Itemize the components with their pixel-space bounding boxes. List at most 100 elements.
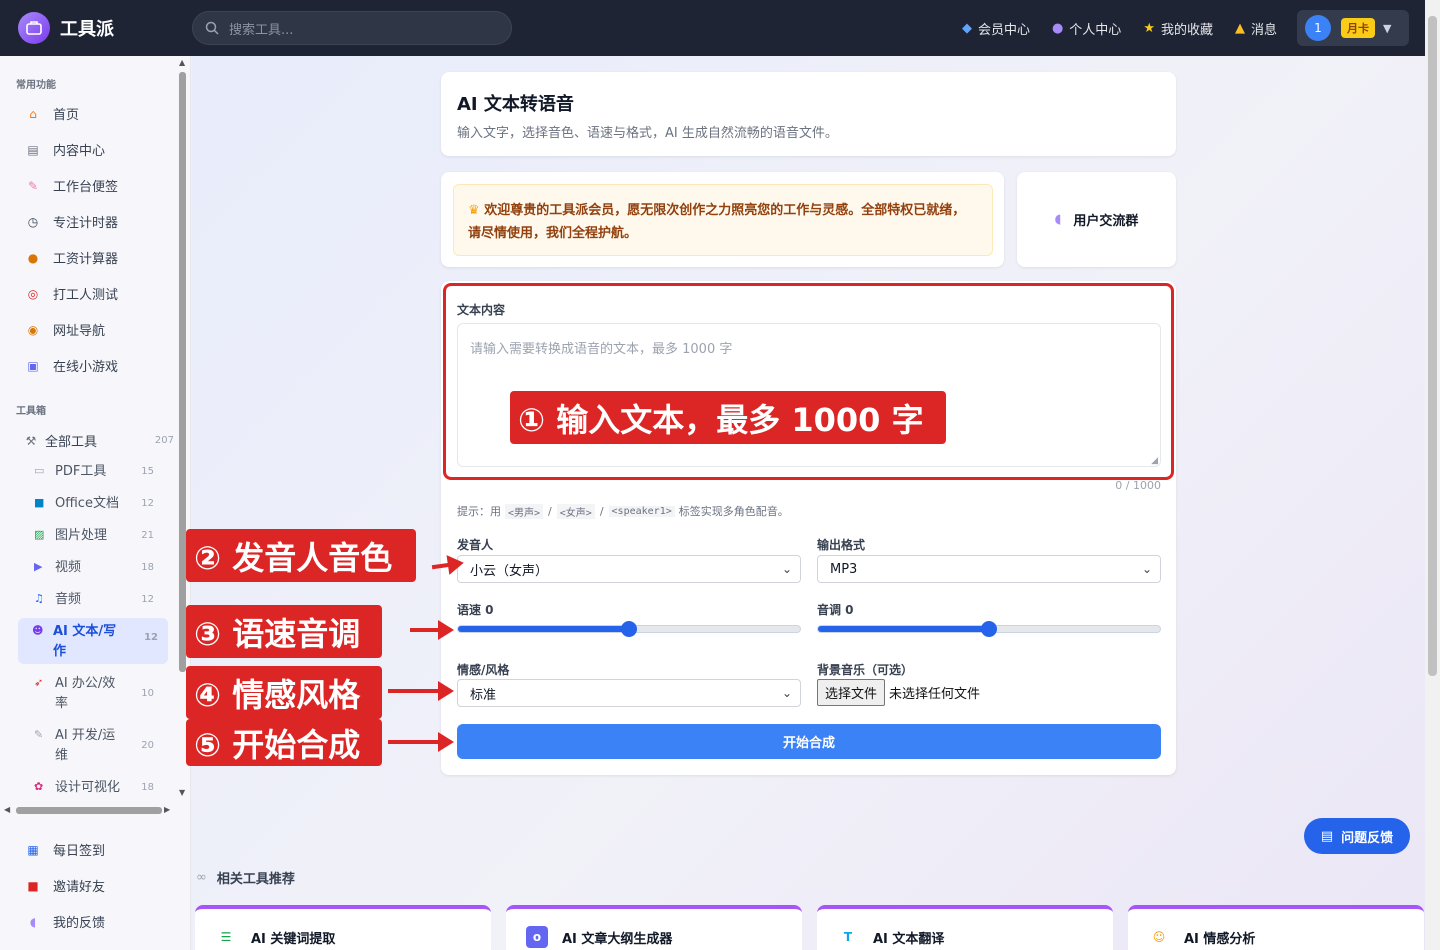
office-icon: ■ — [34, 496, 45, 509]
tool-count: 12 — [141, 594, 154, 605]
sidebar-item-label: 设计可视化 — [55, 780, 121, 795]
feedback-button[interactable]: ▤ 问题反馈 — [1304, 818, 1410, 854]
related-title: 相关工具推荐 — [216, 872, 295, 887]
annotation-step1: ① 输入文本，最多 1000 字 — [510, 391, 946, 444]
sidebar-hscrollbar[interactable]: ◀ ▶ — [4, 805, 174, 815]
text-label: 文本内容 — [457, 303, 506, 317]
nav-favorites[interactable]: ★ 我的收藏 — [1143, 19, 1213, 38]
page-title: AI 文本转语音 — [457, 94, 574, 115]
nav-vip-center[interactable]: ◆ 会员中心 — [962, 19, 1030, 38]
bell-icon: ▲ — [1234, 20, 1245, 36]
sidebar-item-timer[interactable]: ◷ 专注计时器 — [24, 212, 118, 232]
sidebar-scroll-thumb[interactable] — [179, 72, 186, 672]
tool-count: 12 — [144, 632, 158, 643]
related-card-label: AI 文本翻译 — [873, 931, 945, 947]
related-card-translate[interactable]: T AI 文本翻译 — [817, 905, 1113, 950]
related-card-sentiment[interactable]: ☺ AI 情感分析 — [1128, 905, 1424, 950]
target-icon: ◎ — [27, 286, 39, 301]
sidebar-item-ai-dev[interactable]: ✎ AI 开发/运维 20 — [34, 726, 164, 766]
sidebar-item-content[interactable]: ▤ 内容中心 — [24, 140, 105, 160]
file-choose-button[interactable]: 选择文件 — [817, 679, 886, 706]
document-icon: ▤ — [27, 142, 39, 157]
sidebar-item-office[interactable]: ■ Office文档 12 — [34, 494, 164, 514]
gift-icon: ■ — [27, 878, 39, 893]
sidebar-item-label: AI 办公/效率 — [55, 676, 116, 711]
crown-icon: ♛ — [468, 203, 485, 218]
sidebar-item-design[interactable]: ✿ 设计可视化 18 — [34, 778, 164, 798]
sidebar-item-test[interactable]: ◎ 打工人测试 — [24, 284, 118, 304]
related-section-title: ∞ 相关工具推荐 — [196, 868, 295, 887]
scroll-left-icon[interactable]: ◀ — [4, 805, 10, 814]
nav-profile[interactable]: ● 个人中心 — [1052, 19, 1121, 38]
compass-icon: ◉ — [27, 322, 39, 337]
sidebar-item-video[interactable]: ▶ 视频 18 — [34, 558, 164, 578]
app-name: 工具派 — [60, 19, 114, 40]
sidebar-item-home[interactable]: ⌂ 首页 — [24, 104, 80, 124]
speaker-select[interactable]: 小云（女声） ⌄ — [457, 555, 801, 583]
user-menu[interactable]: 1 月卡 ▼ — [1297, 10, 1409, 46]
search-input[interactable]: 搜索工具... — [192, 11, 512, 45]
format-label: 输出格式 — [817, 538, 866, 552]
avatar: 1 — [1305, 15, 1331, 41]
sidebar-item-notes[interactable]: ✎ 工作台便签 — [24, 176, 118, 196]
sidebar-item-label: 首页 — [53, 108, 80, 123]
nav-messages[interactable]: ▲ 消息 — [1235, 19, 1277, 38]
sidebar-item-label: 网址导航 — [53, 324, 106, 339]
sidebar-item-image[interactable]: ▨ 图片处理 21 — [34, 526, 164, 546]
user-group-label: 用户交流群 — [1073, 214, 1139, 229]
scroll-up-icon[interactable]: ▲ — [179, 58, 185, 67]
sidebar-item-audio[interactable]: ♫ 音频 12 — [34, 590, 164, 610]
chevron-down-icon: ⌄ — [781, 562, 792, 576]
scroll-right-icon[interactable]: ▶ — [164, 805, 170, 814]
sidebar-item-label: AI 开发/运维 — [55, 728, 116, 763]
related-card-outline[interactable]: o AI 文章大纲生成器 — [506, 905, 802, 950]
sidebar-item-label: 在线小游戏 — [53, 360, 119, 375]
sidebar-item-ai-text[interactable]: ☻ AI 文本/写作 12 — [18, 618, 168, 664]
sidebar-item-nav[interactable]: ◉ 网址导航 — [24, 320, 106, 340]
page-subtitle: 输入文字，选择音色、语速与格式，AI 生成自然流畅的语音文件。 — [457, 126, 838, 141]
sidebar-item-label: 音频 — [55, 592, 82, 607]
arrow-icon — [410, 620, 454, 640]
sidebar-item-checkin[interactable]: ▦ 每日签到 — [24, 840, 105, 860]
hint-tag: <男声> — [505, 503, 544, 519]
related-card-keyword[interactable]: ☰ AI 关键词提取 — [195, 905, 491, 950]
sidebar-item-label: 我的反馈 — [53, 916, 106, 931]
char-counter: 0 / 1000 — [1115, 479, 1161, 492]
speed-slider-handle[interactable] — [621, 621, 637, 637]
related-card-label: AI 关键词提取 — [251, 931, 336, 947]
sidebar-hscroll-thumb[interactable] — [16, 807, 162, 814]
search-icon — [205, 21, 219, 35]
pitch-slider[interactable] — [817, 621, 1161, 637]
sidebar-item-feedback[interactable]: ◖ 我的反馈 — [24, 912, 106, 932]
page-scroll-thumb[interactable] — [1428, 16, 1437, 676]
sidebar-item-all-tools[interactable]: ⚒ 全部工具 207 — [22, 431, 174, 451]
sidebar-item-games[interactable]: ▣ 在线小游戏 — [24, 356, 119, 376]
translate-icon: T — [843, 930, 853, 944]
start-synthesis-button[interactable]: 开始合成 — [457, 724, 1161, 759]
annotation-step5: ⑤ 开始合成 — [186, 719, 382, 766]
speaker-value: 小云（女声） — [470, 563, 549, 579]
format-select[interactable]: MP3 ⌄ — [817, 555, 1161, 583]
sidebar-item-label: AI 文本/写作 — [53, 624, 117, 659]
document-icon: ▤ — [1320, 828, 1334, 844]
sidebar-item-invite[interactable]: ■ 邀请好友 — [24, 876, 105, 896]
home-icon: ⌂ — [29, 106, 37, 121]
logo[interactable]: 工具派 — [18, 12, 188, 44]
pitch-slider-handle[interactable] — [981, 621, 997, 637]
sidebar-item-ai-office[interactable]: ➶ AI 办公/效率 10 — [34, 674, 164, 714]
hammer-icon: ⚒ — [25, 433, 37, 448]
text-placeholder: 请输入需要转换成语音的文本，最多 1000 字 — [470, 342, 733, 357]
user-icon: ● — [1051, 20, 1064, 36]
user-group-card[interactable]: ◖ 用户交流群 — [1017, 172, 1176, 267]
page-scrollbar[interactable] — [1425, 0, 1440, 950]
chat-bubble-icon: ◖ — [29, 914, 37, 929]
sidebar-item-salary[interactable]: ● 工资计算器 — [24, 248, 118, 268]
resize-handle-icon[interactable]: ◢ — [1151, 456, 1158, 466]
calendar-icon: ▦ — [27, 842, 39, 857]
emotion-select[interactable]: 标准 ⌄ — [457, 679, 801, 707]
speed-slider[interactable] — [457, 621, 801, 637]
speaker-label: 发音人 — [457, 538, 494, 552]
sidebar-item-pdf[interactable]: ▭ PDF工具 15 — [34, 462, 164, 482]
related-card-label: AI 情感分析 — [1184, 931, 1256, 947]
scroll-down-icon[interactable]: ▼ — [179, 788, 185, 797]
